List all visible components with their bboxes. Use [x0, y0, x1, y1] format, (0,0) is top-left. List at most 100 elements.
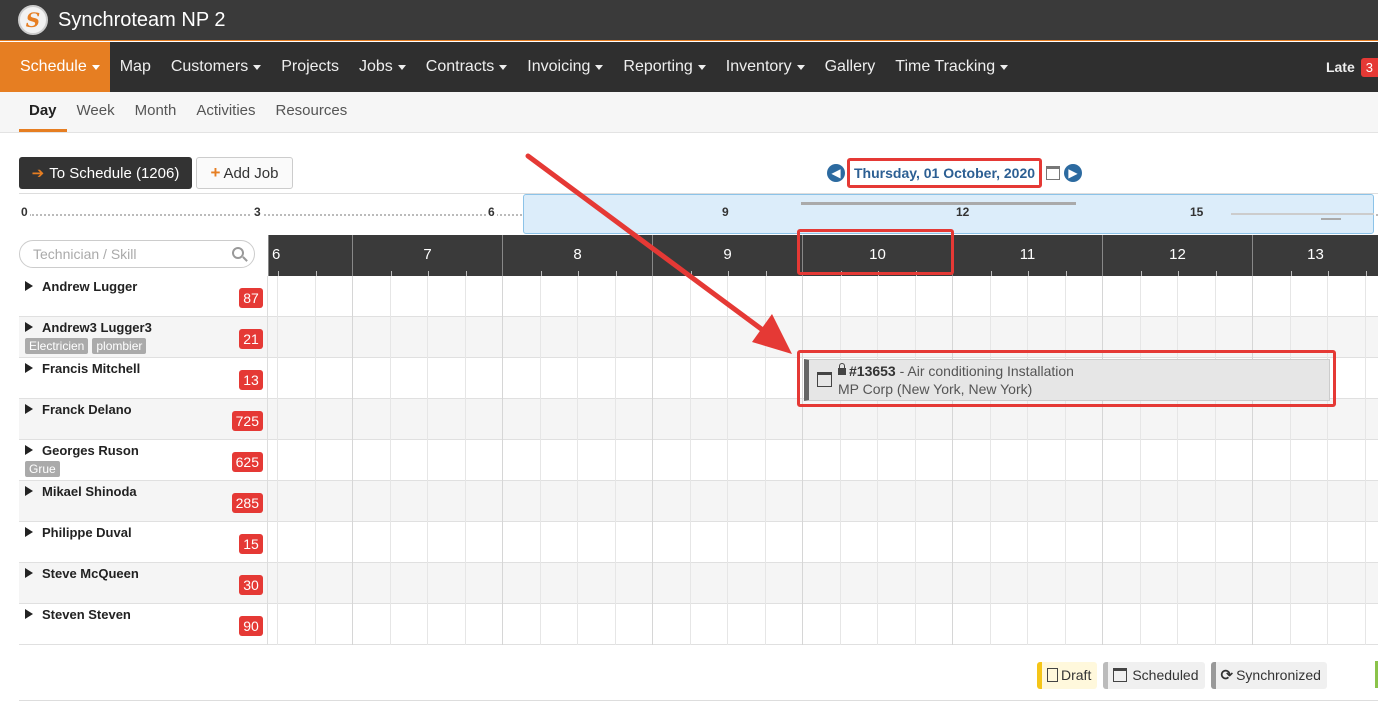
- technician-header[interactable]: Philippe Duval 15: [19, 522, 268, 563]
- to-schedule-button[interactable]: ➔ To Schedule (1206): [19, 157, 192, 189]
- expand-triangle-icon[interactable]: [25, 568, 33, 578]
- technician-row[interactable]: Steve McQueen 30: [19, 563, 1378, 604]
- grid-line: [389, 358, 391, 399]
- synchroteam-logo-icon[interactable]: S: [18, 5, 48, 35]
- calendar-icon: [1113, 668, 1128, 682]
- grid-line: [314, 522, 316, 563]
- job-count-badge[interactable]: 13: [239, 370, 263, 390]
- grid-line: [352, 440, 353, 481]
- expand-triangle-icon[interactable]: [25, 486, 33, 496]
- prev-day-icon[interactable]: ◀: [827, 164, 845, 182]
- overview-hour-label: 6: [486, 205, 497, 219]
- technician-row[interactable]: Steven Steven 90: [19, 604, 1378, 645]
- tab-resources[interactable]: Resources: [266, 102, 358, 132]
- next-day-icon[interactable]: ▶: [1064, 164, 1083, 182]
- grid-line: [352, 481, 353, 522]
- grid-line: [277, 399, 278, 440]
- technician-header[interactable]: Andrew3 Lugger3 21 Electricien plombier: [19, 317, 268, 358]
- nav-label: Reporting: [623, 58, 693, 75]
- current-date[interactable]: Thursday, 01 October, 2020: [847, 158, 1043, 188]
- add-job-button[interactable]: + Add Job: [196, 157, 293, 189]
- nav-inventory[interactable]: Inventory: [716, 42, 815, 92]
- expand-triangle-icon[interactable]: [25, 322, 33, 332]
- grid-line: [689, 399, 691, 440]
- grid-line: [802, 563, 803, 604]
- technician-row[interactable]: Georges Ruson 625 Grue: [19, 440, 1378, 481]
- grid-line: [802, 276, 803, 317]
- nav-jobs[interactable]: Jobs: [349, 42, 416, 92]
- technician-header[interactable]: Mikael Shinoda 285: [19, 481, 268, 522]
- grid-line: [389, 276, 391, 317]
- grid-line: [502, 440, 503, 481]
- main-nav: Schedule Map Customers Projects Jobs Contract…: [0, 42, 1378, 92]
- job-count-badge[interactable]: 87: [239, 288, 263, 308]
- expand-triangle-icon[interactable]: [25, 527, 33, 537]
- hour-label: 12: [1169, 246, 1186, 263]
- grid-line: [1102, 440, 1103, 481]
- technician-search-input[interactable]: Technician / Skill: [19, 240, 255, 268]
- nav-map[interactable]: Map: [110, 42, 161, 92]
- nav-projects[interactable]: Projects: [271, 42, 349, 92]
- nav-label: Invoicing: [527, 58, 591, 75]
- nav-label: Inventory: [725, 58, 792, 75]
- calendar-icon[interactable]: [1046, 166, 1061, 180]
- grid-line: [989, 522, 991, 563]
- grid-line: [614, 440, 616, 481]
- grid-line: [652, 563, 653, 604]
- grid-line: [839, 440, 841, 481]
- grid-line: [277, 481, 278, 522]
- job-count-badge[interactable]: 15: [239, 534, 263, 554]
- grid-line: [952, 276, 953, 317]
- expand-triangle-icon[interactable]: [25, 609, 33, 619]
- job-count-badge[interactable]: 30: [239, 575, 263, 595]
- technician-row[interactable]: Mikael Shinoda 285: [19, 481, 1378, 522]
- grid-line: [1289, 604, 1291, 645]
- grid-line: [502, 563, 503, 604]
- grid-line: [464, 522, 466, 563]
- grid-line: [952, 604, 953, 645]
- grid-line: [1139, 563, 1141, 604]
- job-count-badge[interactable]: 625: [231, 452, 263, 472]
- nav-time-tracking[interactable]: Time Tracking: [885, 42, 1018, 92]
- nav-customers[interactable]: Customers: [161, 42, 271, 92]
- job-count-badge[interactable]: 90: [239, 616, 263, 636]
- technician-header[interactable]: Steve McQueen 30: [19, 563, 268, 604]
- technician-header[interactable]: Francis Mitchell 13: [19, 358, 268, 399]
- technician-header[interactable]: Andrew Lugger 87: [19, 276, 268, 317]
- grid-line: [314, 399, 316, 440]
- technician-row[interactable]: Andrew Lugger 87: [19, 276, 1378, 317]
- grid-line: [877, 522, 878, 563]
- technician-name: Franck Delano: [42, 402, 132, 417]
- technician-header[interactable]: Georges Ruson 625 Grue: [19, 440, 268, 481]
- technician-name: Steven Steven: [42, 607, 131, 622]
- expand-triangle-icon[interactable]: [25, 281, 33, 291]
- job-count-badge[interactable]: 725: [231, 411, 263, 431]
- expand-triangle-icon[interactable]: [25, 445, 33, 455]
- highlight-job-card: [797, 350, 1336, 407]
- technician-header[interactable]: Steven Steven 90: [19, 604, 268, 645]
- caret-down-icon: [253, 64, 262, 70]
- nav-gallery[interactable]: Gallery: [815, 42, 886, 92]
- nav-reporting[interactable]: Reporting: [613, 42, 715, 92]
- job-count-badge[interactable]: 285: [231, 493, 263, 513]
- grid-line: [1064, 481, 1066, 522]
- technician-header[interactable]: Franck Delano 725: [19, 399, 268, 440]
- nav-schedule[interactable]: Schedule: [0, 42, 110, 92]
- job-count-badge[interactable]: 21: [239, 329, 263, 349]
- expand-triangle-icon[interactable]: [25, 404, 33, 414]
- expand-triangle-icon[interactable]: [25, 363, 33, 373]
- tab-month[interactable]: Month: [125, 102, 187, 132]
- timeline-overview[interactable]: 0 3 6 9 12 15: [19, 193, 1378, 234]
- nav-invoicing[interactable]: Invoicing: [517, 42, 613, 92]
- search-icon[interactable]: [232, 247, 244, 259]
- grid-line: [989, 276, 991, 317]
- tab-activities[interactable]: Activities: [186, 102, 265, 132]
- tab-week[interactable]: Week: [67, 102, 125, 132]
- tab-day[interactable]: Day: [19, 102, 67, 132]
- caret-down-icon: [397, 64, 406, 70]
- late-indicator[interactable]: Late 3: [1326, 42, 1378, 92]
- grid-line: [1327, 563, 1328, 604]
- technician-row[interactable]: Philippe Duval 15: [19, 522, 1378, 563]
- nav-contracts[interactable]: Contracts: [416, 42, 517, 92]
- grid-line: [464, 563, 466, 604]
